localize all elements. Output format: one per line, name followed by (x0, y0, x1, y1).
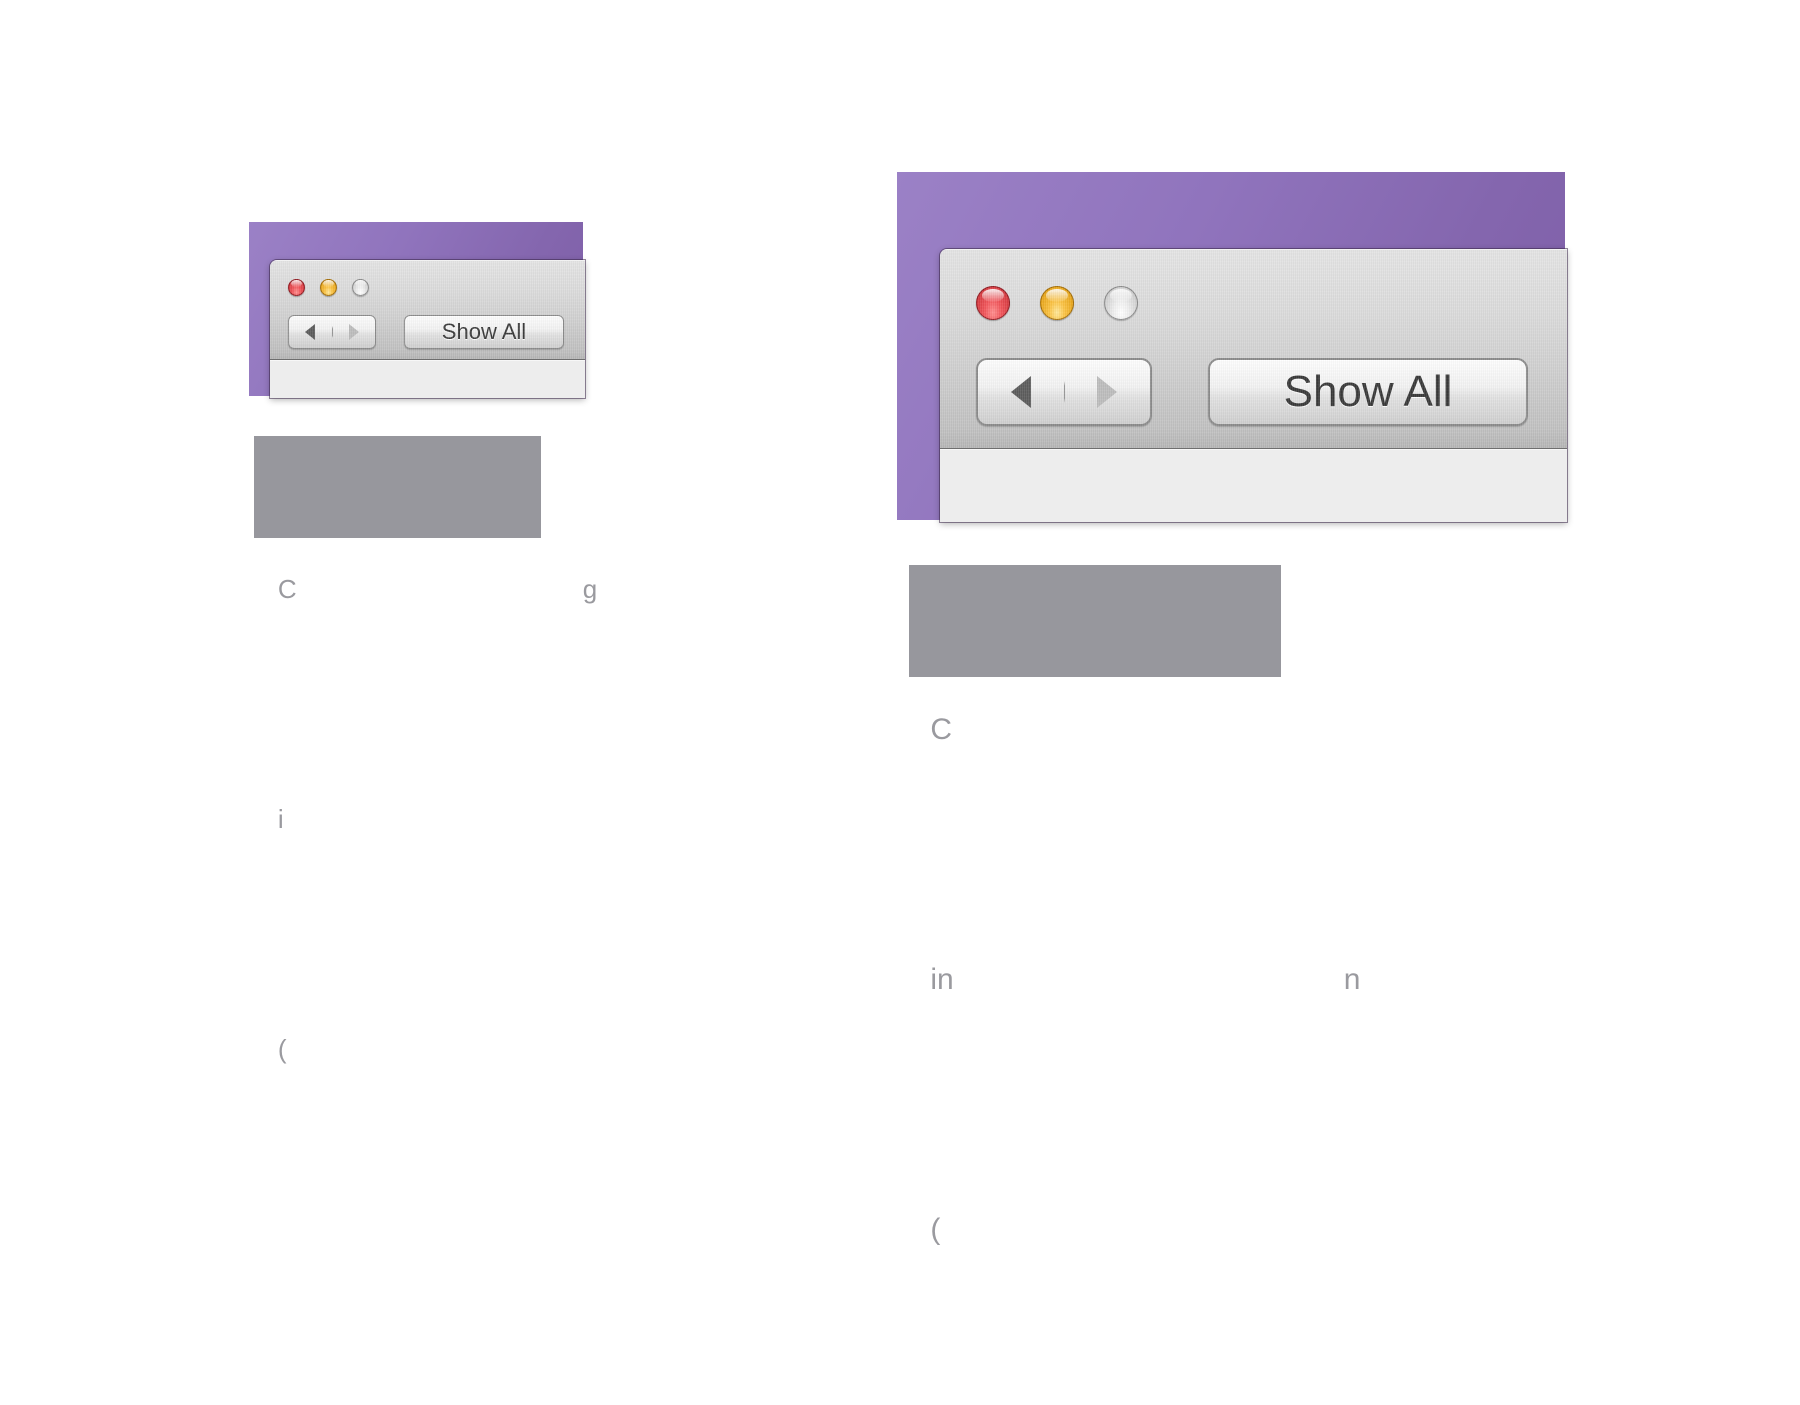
nav-forward-button (1065, 360, 1151, 424)
triangle-right-icon (348, 324, 359, 340)
nav-back-button[interactable] (289, 316, 332, 348)
close-button[interactable] (976, 286, 1010, 320)
minimize-button[interactable] (1040, 286, 1074, 320)
caption-line: Cxxxxxxxxxxxxxxxxxxxxxxg (249, 520, 597, 658)
caption-prefix: C (930, 713, 953, 746)
figure-small: Show All (249, 222, 585, 398)
nav-forward-button (333, 316, 376, 348)
close-button[interactable] (288, 279, 305, 296)
caption-line: ( (249, 980, 597, 1118)
window-titlebar-small: Show All (270, 260, 585, 360)
app-window-large: Show All (940, 249, 1567, 522)
redaction-block-small (254, 436, 541, 538)
caption-prefix: C (277, 574, 297, 604)
triangle-left-icon (1010, 376, 1031, 408)
app-window-small: Show All (270, 260, 585, 398)
caption-prefix: i (277, 804, 284, 834)
caption-line: inxxxxxxxxxxxxxxxxxxxxxxxxxxn (897, 905, 1360, 1055)
navigation-segmented-control-large[interactable] (976, 358, 1152, 426)
caption-large: C inxxxxxxxxxxxxxxxxxxxxxxxxxxn ( (897, 555, 1360, 1405)
redaction-block-large (909, 565, 1281, 677)
traffic-lights-large (976, 286, 1138, 320)
caption-suffix: g (582, 574, 598, 604)
caption-small: Cxxxxxxxxxxxxxxxxxxxxxxg i ( (249, 428, 597, 1210)
show-all-label: Show All (1283, 367, 1453, 416)
caption-suffix: n (1343, 963, 1361, 996)
minimize-button[interactable] (320, 279, 337, 296)
figure-large: Show All (897, 172, 1567, 522)
window-content-area-small (270, 360, 585, 398)
triangle-right-icon (1097, 376, 1118, 408)
zoom-button[interactable] (1104, 286, 1138, 320)
show-all-button[interactable]: Show All (404, 315, 564, 349)
window-toolbar-large: Show All (976, 358, 1528, 426)
window-toolbar-small: Show All (288, 315, 564, 349)
caption-line: ( (897, 1155, 1360, 1305)
caption-line: C (897, 655, 1360, 805)
nav-back-button[interactable] (978, 360, 1064, 424)
caption-prefix: ( (930, 1213, 941, 1246)
window-content-area-large (940, 449, 1567, 522)
zoom-button[interactable] (352, 279, 369, 296)
caption-prefix: in (930, 963, 954, 996)
navigation-segmented-control-small[interactable] (288, 315, 376, 349)
triangle-left-icon (305, 324, 316, 340)
caption-prefix: ( (277, 1034, 287, 1064)
show-all-button[interactable]: Show All (1208, 358, 1528, 426)
caption-line: i (249, 750, 597, 888)
traffic-lights-small (288, 279, 369, 296)
window-titlebar-large: Show All (940, 249, 1567, 449)
show-all-label: Show All (441, 319, 527, 344)
